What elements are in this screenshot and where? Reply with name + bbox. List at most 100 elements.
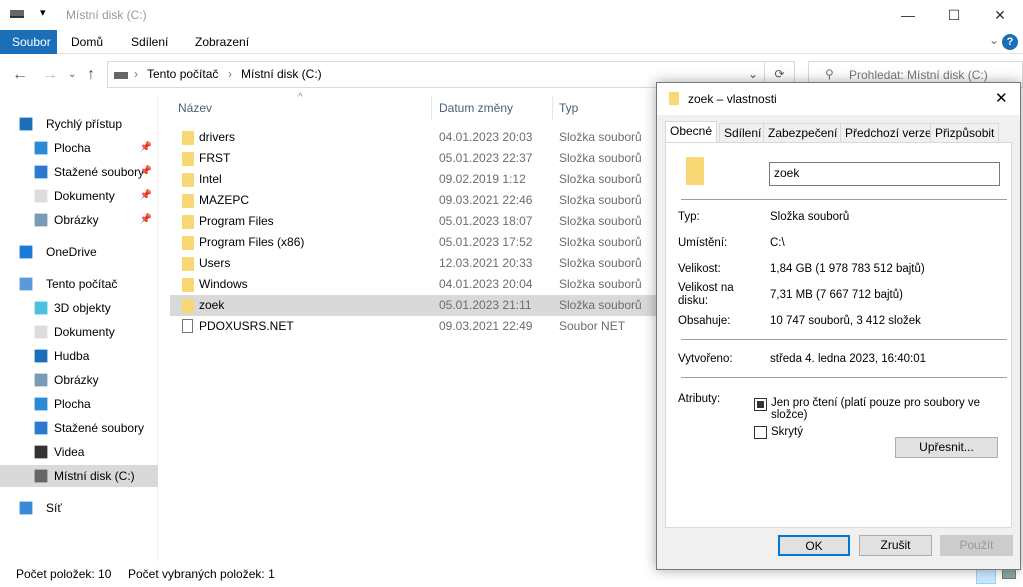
file-date: 04.01.2023 20:04	[439, 277, 533, 291]
sidebar-item[interactable]: OneDrive	[0, 241, 158, 263]
sidebar-item[interactable]: Síť	[0, 497, 158, 519]
tab-sdileni[interactable]: Sdílení	[119, 30, 180, 54]
file-date: 09.03.2021 22:49	[439, 319, 533, 333]
close-button[interactable]: ✕	[977, 0, 1023, 30]
sidebar-item-label: Tento počítač	[46, 277, 118, 291]
location-label: Umístění:	[678, 237, 728, 249]
file-name: FRST	[199, 151, 231, 165]
file-date: 09.02.2019 1:12	[439, 172, 526, 186]
tab-general[interactable]: Obecné	[665, 121, 718, 143]
folder-icon	[182, 215, 194, 229]
address-dropdown-icon[interactable]: ⌄	[748, 67, 758, 81]
file-row[interactable]: Program Files (x86) 05.01.2023 17:52 Složk…	[170, 232, 658, 253]
sidebar-item[interactable]: Stažené soubory 📌	[0, 161, 158, 183]
sidebar-item-label: Stažené soubory	[54, 165, 145, 179]
column-name[interactable]: Název	[178, 96, 212, 120]
tab-domu[interactable]: Domů	[59, 30, 115, 54]
sidebar-item[interactable]: Dokumenty 📌	[0, 185, 158, 207]
column-type[interactable]: Typ	[559, 96, 578, 120]
file-date: 05.01.2023 21:11	[439, 298, 532, 312]
ribbon-collapse-icon[interactable]: ⌄	[989, 33, 999, 47]
file-row[interactable]: drivers 04.01.2023 20:03 Složka souborů	[170, 127, 658, 148]
column-divider[interactable]	[552, 96, 553, 120]
sidebar-item[interactable]: Místní disk (C:)	[0, 465, 158, 487]
divider	[681, 339, 1007, 340]
file-row[interactable]: Intel 09.02.2019 1:12 Složka souborů	[170, 169, 658, 190]
sidebar-item[interactable]: Plocha	[0, 393, 158, 415]
sidebar-item-label: Plocha	[54, 141, 91, 155]
document-icon	[34, 325, 48, 339]
file-type: Složka souborů	[559, 214, 642, 228]
sidebar-item[interactable]: Hudba	[0, 345, 158, 367]
pin-icon[interactable]: 📌	[140, 161, 152, 183]
quick-access-dropdown[interactable]: ▾	[40, 6, 46, 19]
sidebar-item[interactable]: Videa	[0, 441, 158, 463]
file-name: Intel	[199, 172, 222, 186]
sidebar-item[interactable]: Obrázky	[0, 369, 158, 391]
sidebar-item[interactable]: Dokumenty	[0, 321, 158, 343]
network-icon	[19, 501, 33, 515]
file-icon	[182, 319, 193, 333]
file-type: Složka souborů	[559, 130, 642, 144]
help-icon[interactable]: ?	[1002, 34, 1018, 50]
tab-sharing[interactable]: Sdílení	[719, 123, 767, 142]
sidebar-item-label: OneDrive	[46, 245, 97, 259]
hidden-checkbox[interactable]	[754, 426, 767, 439]
sidebar-item-label: Obrázky	[54, 373, 99, 387]
breadcrumb-this-pc[interactable]: Tento počítač	[147, 67, 218, 81]
tab-customize[interactable]: Přizpůsobit	[930, 123, 1000, 142]
folder-icon	[182, 173, 194, 187]
file-row[interactable]: MAZEPC 09.03.2021 22:46 Složka souborů	[170, 190, 658, 211]
file-row[interactable]: Program Files 05.01.2023 18:07 Složka soub…	[170, 211, 658, 232]
column-divider[interactable]	[431, 96, 432, 120]
sort-ascending-icon: ^	[298, 92, 303, 103]
sidebar-item[interactable]: Tento počítač	[0, 273, 158, 295]
maximize-button[interactable]: ☐	[931, 0, 977, 30]
tab-security[interactable]: Zabezpečení	[763, 123, 843, 142]
file-date: 05.01.2023 17:52	[439, 235, 533, 249]
file-type: Složka souborů	[559, 298, 642, 312]
cloud-icon	[19, 245, 33, 259]
pin-icon[interactable]: 📌	[140, 185, 152, 207]
tab-zobrazeni[interactable]: Zobrazení	[183, 30, 261, 54]
recent-locations-button[interactable]: ⌄	[68, 62, 76, 88]
file-row[interactable]: zoek 05.01.2023 21:11 Složka souborů	[170, 295, 658, 316]
back-button[interactable]: ←	[12, 62, 28, 88]
file-type: Složka souborů	[559, 172, 642, 186]
download-icon	[34, 421, 48, 435]
forward-button[interactable]: →	[42, 62, 58, 88]
file-row[interactable]: FRST 05.01.2023 22:37 Složka souborů	[170, 148, 658, 169]
file-date: 12.03.2021 20:33	[439, 256, 533, 270]
file-name: Program Files (x86)	[199, 235, 305, 249]
tab-soubor[interactable]: Soubor	[0, 30, 57, 54]
file-name: zoek	[199, 298, 225, 312]
readonly-checkbox[interactable]	[754, 398, 767, 411]
apply-button[interactable]: Použít	[940, 535, 1013, 556]
size-label: Velikost:	[678, 263, 721, 275]
sidebar-item[interactable]: Stažené soubory	[0, 417, 158, 439]
sidebar-item-label: Obrázky	[54, 213, 99, 227]
up-button[interactable]: ↑	[87, 62, 95, 88]
drive-icon	[114, 72, 128, 79]
minimize-button[interactable]: —	[885, 0, 931, 30]
document-icon	[34, 189, 48, 203]
pin-icon[interactable]: 📌	[140, 137, 152, 159]
ok-button[interactable]: OK	[778, 535, 850, 556]
sidebar-item[interactable]: Obrázky 📌	[0, 209, 158, 231]
file-row[interactable]: PDOXUSRS.NET 09.03.2021 22:49 Soubor NET	[170, 316, 658, 337]
folder-name-input[interactable]: zoek	[769, 162, 1000, 186]
breadcrumb-local-disk[interactable]: Místní disk (C:)	[241, 67, 322, 81]
sidebar-item-label: Stažené soubory	[54, 421, 145, 435]
file-row[interactable]: Users 12.03.2021 20:33 Složka souborů	[170, 253, 658, 274]
advanced-button[interactable]: Upřesnit...	[895, 437, 998, 458]
divider	[681, 199, 1007, 200]
sidebar-item[interactable]: 3D objekty	[0, 297, 158, 319]
sidebar-item[interactable]: Plocha 📌	[0, 137, 158, 159]
file-row[interactable]: Windows 04.01.2023 20:04 Složka souborů	[170, 274, 658, 295]
sidebar-item[interactable]: Rychlý přístup	[0, 113, 158, 135]
dialog-close-button[interactable]: ✕	[995, 89, 1008, 107]
pin-icon[interactable]: 📌	[140, 209, 152, 231]
column-date[interactable]: Datum změny	[439, 96, 513, 120]
tab-previous-versions[interactable]: Předchozí verze	[840, 123, 937, 142]
cancel-button[interactable]: Zrušit	[859, 535, 932, 556]
